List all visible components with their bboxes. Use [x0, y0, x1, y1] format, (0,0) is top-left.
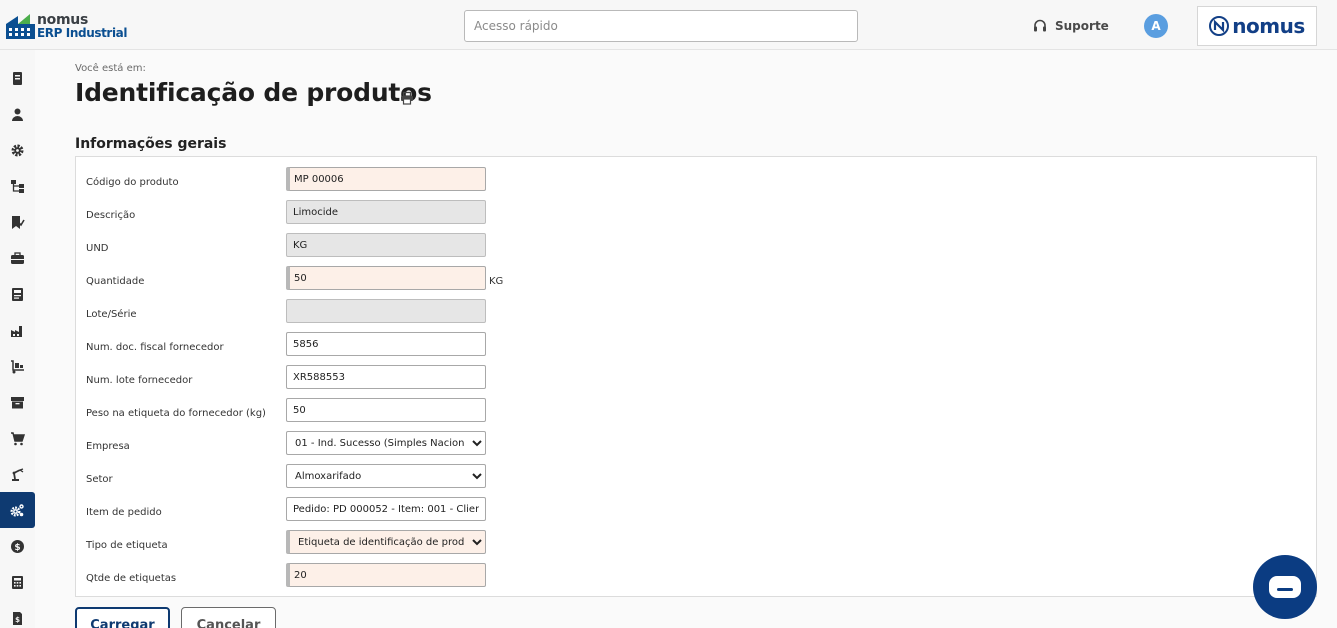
lote-input [286, 299, 486, 323]
sidebar-item-invoice[interactable]: $ [0, 600, 35, 628]
headset-icon [1034, 19, 1046, 32]
codigo-input[interactable] [286, 167, 486, 191]
quantidade-label: Quantidade [86, 276, 145, 287]
sidebar-item-cart[interactable] [0, 420, 35, 456]
briefcase-icon [11, 251, 24, 264]
descricao-label: Descrição [86, 210, 136, 221]
qtde-etiquetas-input[interactable] [286, 563, 486, 587]
sidebar-item-settings[interactable] [0, 132, 35, 168]
form-row-empresa: Empresa 01 - Ind. Sucesso (Simples Nacio… [76, 431, 1316, 464]
form-row-qtde-etiquetas: Qtde de etiquetas [76, 563, 1316, 596]
support-link[interactable]: Suporte [1033, 18, 1109, 34]
tipo-etiqueta-select[interactable]: Etiqueta de identificação de produto [286, 530, 486, 554]
sidebar-item-finance[interactable]: $ [0, 528, 35, 564]
form-row-num-lote: Num. lote fornecedor [76, 365, 1316, 398]
num-lote-label: Num. lote fornecedor [86, 375, 193, 386]
brand-subtitle: ERP Industrial [37, 26, 128, 40]
dolly-icon [11, 359, 24, 373]
section-title: Informações gerais [75, 136, 227, 152]
chat-button[interactable] [1253, 555, 1317, 619]
archive-box-icon [11, 396, 24, 408]
item-pedido-label: Item de pedido [86, 507, 162, 518]
cart-icon [11, 431, 25, 445]
bookmark-check-icon [12, 215, 25, 229]
nomus-n-icon [1209, 16, 1230, 36]
lote-label: Lote/Série [86, 309, 137, 320]
tipo-etiqueta-label: Tipo de etiqueta [86, 540, 168, 551]
cogs-icon [10, 503, 24, 516]
sidebar-item-robot[interactable] [0, 456, 35, 492]
sidebar-item-factory[interactable] [0, 312, 35, 348]
num-doc-label: Num. doc. fiscal fornecedor [86, 342, 224, 353]
form-row-descricao: Descrição [76, 200, 1316, 233]
breadcrumb: Você está em: [75, 63, 146, 74]
sidebar-item-book[interactable] [0, 60, 35, 96]
sidebar-item-document[interactable] [0, 276, 35, 312]
invoice-icon: $ [13, 611, 22, 625]
peso-input[interactable] [286, 398, 486, 422]
sidebar-item-engineering[interactable] [0, 492, 35, 528]
num-doc-input[interactable] [286, 332, 486, 356]
general-info-panel: Código do produto Descrição UND Quantida… [75, 156, 1317, 597]
quick-access-input[interactable] [464, 10, 858, 42]
sidebar-item-briefcase[interactable] [0, 240, 35, 276]
dollar-icon: $ [11, 539, 24, 553]
document-icon [12, 287, 23, 301]
flow-icon [11, 179, 24, 193]
qtde-etiquetas-label: Qtde de etiquetas [86, 573, 177, 584]
svg-text:$: $ [15, 616, 20, 624]
quantidade-input[interactable] [286, 266, 486, 290]
setor-label: Setor [86, 474, 113, 485]
setor-select[interactable]: Almoxarifado [286, 464, 486, 488]
form-row-setor: Setor Almoxarifado [76, 464, 1316, 497]
brand-name: nomus [37, 12, 88, 28]
user-icon [12, 108, 23, 121]
form-row-quantidade: Quantidade KG [76, 266, 1316, 299]
form-row-und: UND [76, 233, 1316, 266]
und-input [286, 233, 486, 257]
form-row-num-doc: Num. doc. fiscal fornecedor [76, 332, 1316, 365]
company-logo-text: nomus [1232, 14, 1305, 38]
form-row-peso: Peso na etiqueta do fornecedor (kg) [76, 398, 1316, 431]
sidebar-item-user[interactable] [0, 96, 35, 132]
sidebar-item-flow[interactable] [0, 168, 35, 204]
company-logo: nomus [1197, 6, 1317, 46]
page-title: Identificação de produtos [75, 78, 432, 107]
load-button[interactable]: Carregar [75, 607, 170, 628]
codigo-label: Código do produto [86, 177, 179, 188]
nomus-erp-logo[interactable]: nomus ERP Industrial [6, 12, 128, 42]
quantidade-unit: KG [489, 276, 504, 287]
user-avatar[interactable]: A [1144, 14, 1168, 38]
robot-arm-icon [12, 467, 24, 481]
sidebar-item-archive[interactable] [0, 384, 35, 420]
chat-bubble-icon [1269, 576, 1301, 598]
book-icon [13, 71, 22, 85]
sidebar-item-bookmark[interactable] [0, 204, 35, 240]
empresa-label: Empresa [86, 441, 130, 452]
svg-text:$: $ [14, 543, 20, 553]
sidebar-item-logistics[interactable] [0, 348, 35, 384]
sidebar: $ $ [0, 50, 35, 628]
descricao-input [286, 200, 486, 224]
num-lote-input[interactable] [286, 365, 486, 389]
factory-logo-icon [6, 14, 35, 39]
gear-icon [11, 144, 24, 156]
und-label: UND [86, 243, 109, 254]
form-row-codigo: Código do produto [76, 167, 1316, 200]
form-row-lote: Lote/Série [76, 299, 1316, 332]
support-label: Suporte [1055, 19, 1109, 33]
print-icon[interactable] [400, 91, 414, 105]
peso-label: Peso na etiqueta do fornecedor (kg) [86, 408, 266, 419]
calculator-icon [12, 575, 23, 589]
top-bar: nomus ERP Industrial Suporte A nomus [0, 0, 1337, 50]
form-row-tipo-etiqueta: Tipo de etiqueta Etiqueta de identificaç… [76, 530, 1316, 563]
factory-icon [11, 325, 22, 337]
sidebar-item-calculator[interactable] [0, 564, 35, 600]
empresa-select[interactable]: 01 - Ind. Sucesso (Simples Nacional) [286, 431, 486, 455]
form-row-item-pedido: Item de pedido [76, 497, 1316, 530]
item-pedido-input[interactable] [286, 497, 486, 521]
cancel-button[interactable]: Cancelar [181, 607, 276, 628]
